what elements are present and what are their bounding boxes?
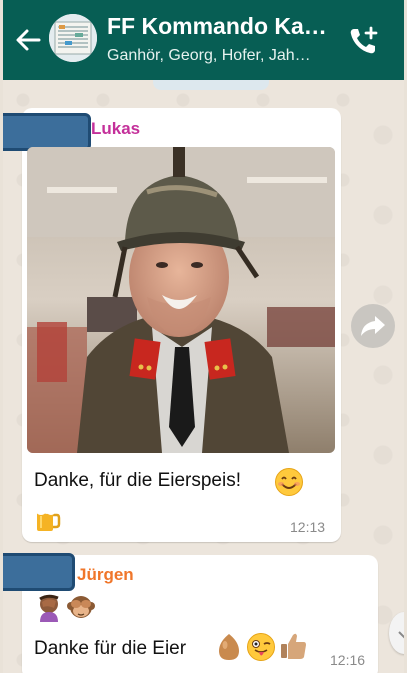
message-text: Danke, für die Eierspeis!: [34, 470, 241, 491]
sender-name[interactable]: Lukas: [91, 119, 140, 139]
egg-icon: [219, 634, 239, 660]
redaction-box: [3, 553, 75, 591]
winking-tongue-face-icon: [247, 633, 275, 661]
arrow-left-icon[interactable]: [15, 28, 41, 52]
group-avatar[interactable]: [49, 14, 97, 62]
chat-screen: FF Kommando Ka… Ganhör, Georg, Hofer, Ja…: [3, 0, 404, 673]
message-text: Danke für die Eier: [34, 638, 187, 659]
forward-icon[interactable]: [351, 304, 395, 348]
redaction-box: [3, 113, 91, 151]
chat-header: FF Kommando Ka… Ganhör, Georg, Hofer, Ja…: [3, 0, 404, 80]
chat-participants[interactable]: Ganhör, Georg, Hofer, Jah…: [107, 47, 337, 65]
see-no-evil-monkey-icon: [67, 596, 95, 618]
sender-name[interactable]: Jürgen: [77, 565, 134, 585]
smiling-face-icon: [275, 468, 303, 496]
facepalm-icon: [39, 594, 59, 622]
message-time: 12:13: [290, 519, 326, 535]
add-call-icon[interactable]: [347, 24, 381, 58]
thumbs-up-icon: [281, 633, 306, 659]
beer-mug-icon: [36, 504, 61, 531]
date-chip: [153, 80, 269, 90]
scroll-down-icon[interactable]: [389, 612, 404, 654]
message-time: 12:16: [330, 652, 366, 668]
message-photo[interactable]: [27, 147, 335, 453]
chat-title[interactable]: FF Kommando Ka…: [107, 13, 337, 40]
